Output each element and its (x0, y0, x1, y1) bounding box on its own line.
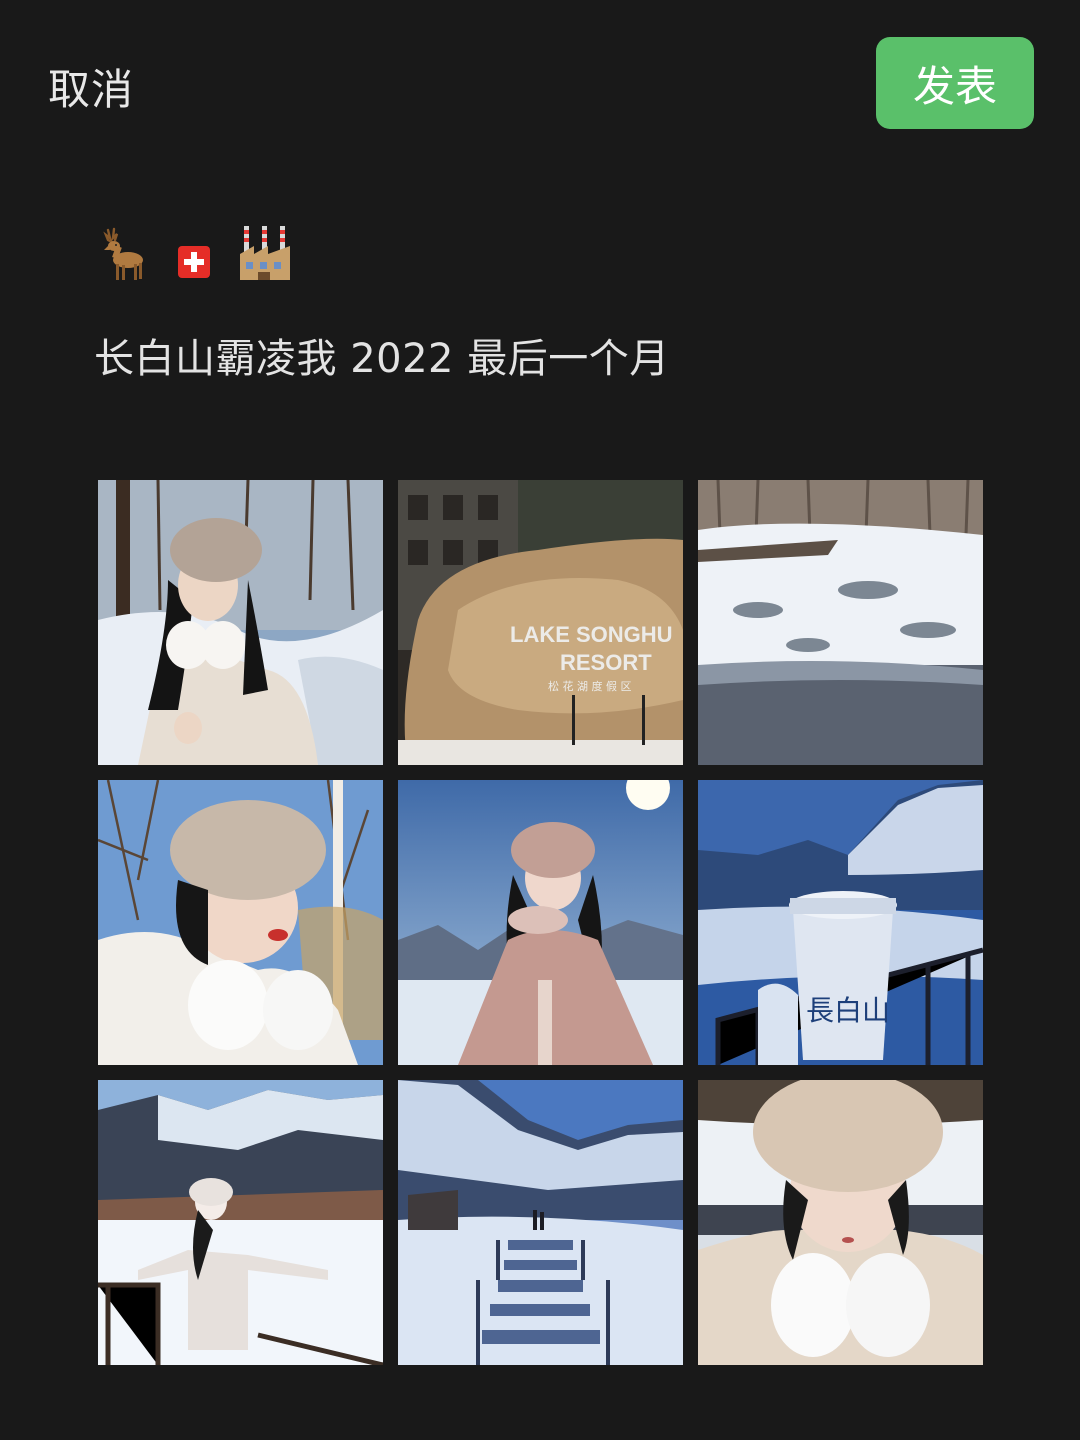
photo-grid: LAKE SONGHU RESORT 松 花 湖 度 假 区 長白山 (98, 480, 983, 1365)
sign-line-2: RESORT (560, 650, 652, 675)
publish-button[interactable]: 发表 (876, 37, 1034, 129)
photo-girl-closeup-earmuffs[interactable] (698, 1080, 983, 1365)
photo-girl-selfie-birch[interactable] (98, 780, 383, 1065)
emoji-row (94, 218, 292, 282)
photo-coffee-cup-mountains[interactable]: 長白山 (698, 780, 983, 1065)
deer-emoji (103, 227, 143, 280)
cup-text: 長白山 (806, 994, 890, 1027)
factory-emoji (240, 226, 290, 280)
sign-line-3: 松 花 湖 度 假 区 (548, 679, 631, 693)
post-text[interactable]: 长白山霸凌我 2022 最后一个月 (94, 326, 670, 384)
photo-resort-rock-sign[interactable]: LAKE SONGHU RESORT 松 花 湖 度 假 区 (398, 480, 683, 765)
photo-girl-fur-hat-forest[interactable] (98, 480, 383, 765)
photo-girl-arms-open-snow[interactable] (98, 1080, 383, 1365)
photo-snowy-stairs-valley[interactable] (398, 1080, 683, 1365)
photo-girl-mountain-sun[interactable] (398, 780, 683, 1065)
photo-snowy-river[interactable] (698, 480, 983, 765)
sign-line-1: LAKE SONGHU (510, 622, 673, 647)
swiss-flag-emoji (178, 246, 210, 278)
cancel-button[interactable]: 取消 (48, 56, 134, 117)
